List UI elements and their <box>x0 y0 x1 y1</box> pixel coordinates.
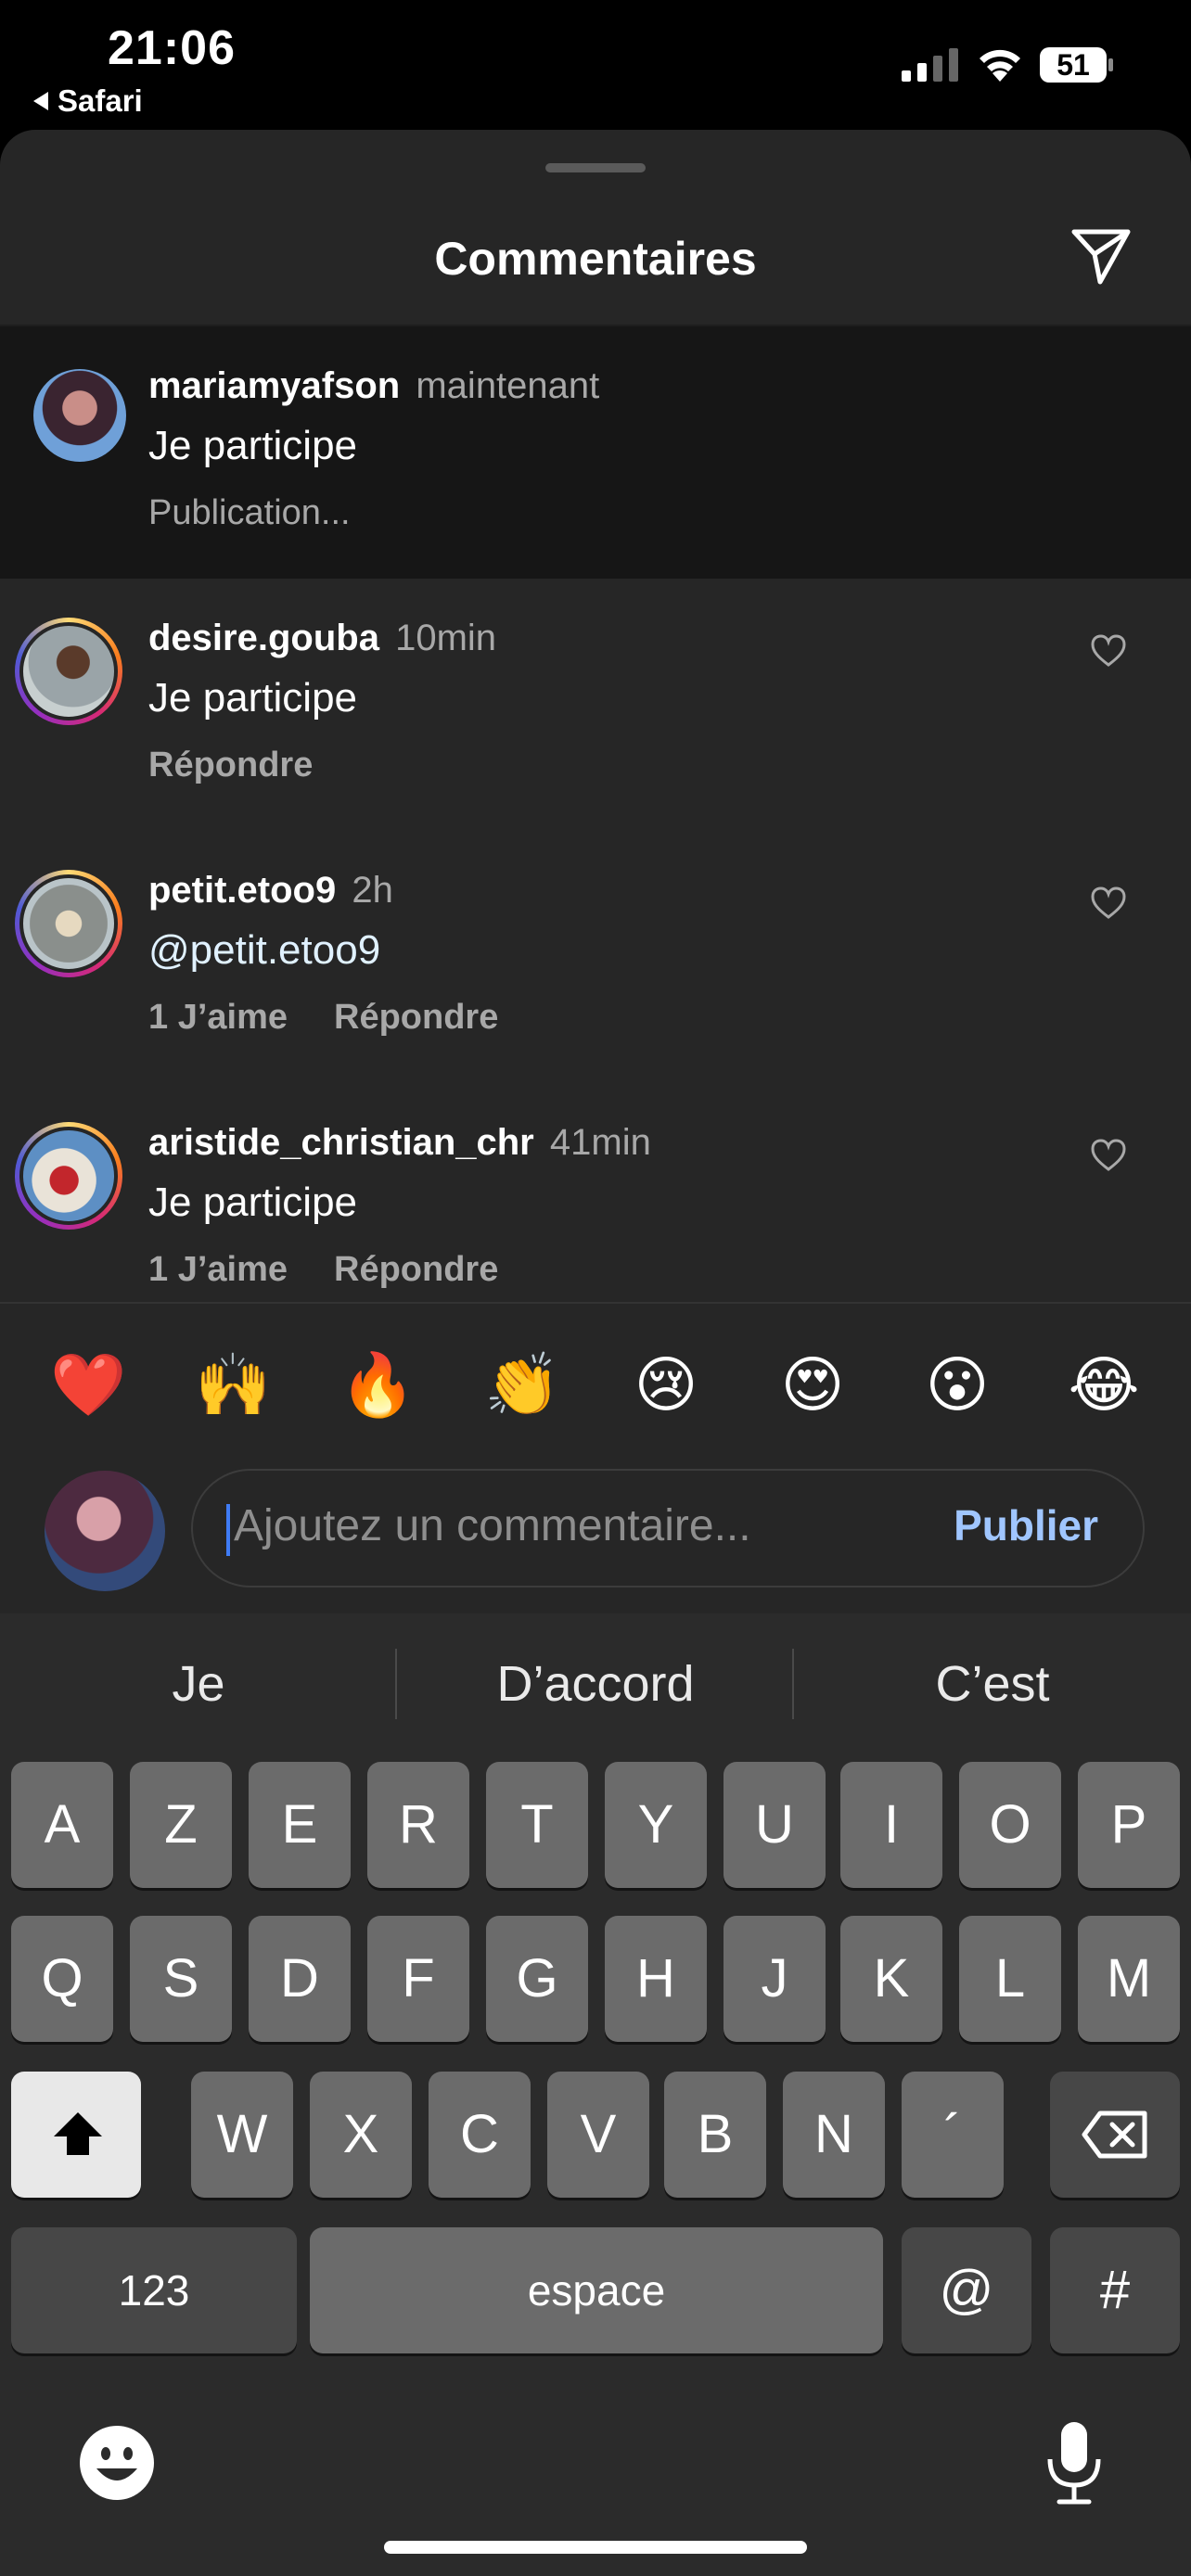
emoji-keyboard-icon[interactable] <box>78 2424 156 2502</box>
keyboard: Je D’accord C’est A Z E R T Y U I O P Q … <box>0 1613 1191 2576</box>
emoji-clap-button[interactable]: 👏 <box>484 1348 560 1422</box>
at-key[interactable]: @ <box>902 2227 1031 2353</box>
hash-key[interactable]: # <box>1050 2227 1180 2353</box>
avatar[interactable] <box>33 369 126 462</box>
key-g[interactable]: G <box>486 1916 588 2042</box>
microphone-icon[interactable] <box>1044 2420 1104 2506</box>
key-k[interactable]: K <box>840 1916 942 2042</box>
key-v[interactable]: V <box>547 2072 649 2198</box>
comment-item: aristide_christian_chr 41min Je particip… <box>0 1083 1191 1302</box>
comment-text: Je participe <box>148 1180 358 1225</box>
key-o[interactable]: O <box>959 1762 1061 1888</box>
emoji-fire-button[interactable]: 🔥 <box>339 1348 416 1422</box>
suggestion-3[interactable]: C’est <box>794 1613 1191 1754</box>
comment-item: mariamyafson maintenant Je participe Pub… <box>0 326 1191 579</box>
key-a[interactable]: A <box>11 1762 113 1888</box>
comment-text: Je participe <box>148 675 358 721</box>
key-q[interactable]: Q <box>11 1916 113 2042</box>
key-u[interactable]: U <box>724 1762 826 1888</box>
emoji-crying-button[interactable]: 😢 <box>629 1348 703 1422</box>
key-f[interactable]: F <box>367 1916 469 2042</box>
key-h[interactable]: H <box>605 1916 707 2042</box>
back-app-label: Safari <box>58 83 143 118</box>
key-j[interactable]: J <box>724 1916 826 2042</box>
key-r[interactable]: R <box>367 1762 469 1888</box>
publish-button[interactable]: Publier <box>954 1500 1098 1550</box>
current-user-avatar <box>45 1471 165 1591</box>
numbers-key[interactable]: 123 <box>11 2227 297 2353</box>
battery-level: 51 <box>1057 48 1090 82</box>
emoji-heart-button[interactable]: ❤️ <box>50 1348 126 1422</box>
emoji-reaction-bar: ❤️ 🙌 🔥 👏 😢 😍 😮 😂 <box>0 1302 1191 1452</box>
suggestion-1[interactable]: Je <box>0 1613 397 1754</box>
suggestion-2[interactable]: D’accord <box>397 1613 794 1754</box>
likes-count[interactable]: 1 J’aime <box>148 1250 288 1289</box>
emoji-laughing-button[interactable]: 😂 <box>1067 1348 1141 1422</box>
key-m[interactable]: M <box>1078 1916 1180 2042</box>
comment-input[interactable]: Ajoutez un commentaire... Publier <box>191 1469 1145 1588</box>
shift-key[interactable] <box>11 2072 141 2198</box>
likes-count[interactable]: 1 J’aime <box>148 998 288 1037</box>
comment-time: 41min <box>549 1122 651 1163</box>
comment-item: desire.gouba 10min Je participe Répondre <box>0 579 1191 831</box>
heart-icon[interactable] <box>1091 886 1126 920</box>
comment-status: Publication... <box>148 493 351 532</box>
comment-input-placeholder: Ajoutez un commentaire... <box>234 1501 751 1550</box>
key-e[interactable]: E <box>249 1762 351 1888</box>
heart-icon[interactable] <box>1091 1139 1126 1172</box>
comment-username[interactable]: desire.gouba <box>148 618 379 658</box>
avatar[interactable] <box>15 870 122 977</box>
emoji-surprised-button[interactable]: 😮 <box>920 1348 994 1422</box>
shift-arrow-icon <box>54 2112 102 2155</box>
key-x[interactable]: X <box>310 2072 412 2198</box>
comment-time: maintenant <box>416 365 600 406</box>
comment-time: 10min <box>395 618 497 658</box>
text-caret <box>226 1504 230 1556</box>
emoji-raised-hands-button[interactable]: 🙌 <box>195 1348 271 1422</box>
space-key[interactable]: espace <box>310 2227 883 2353</box>
reply-button[interactable]: Répondre <box>334 998 498 1037</box>
key-d[interactable]: D <box>249 1916 351 2042</box>
back-arrow-icon <box>33 92 48 110</box>
key-y[interactable]: Y <box>605 1762 707 1888</box>
comment-text: Je participe <box>148 423 358 468</box>
status-bar: 21:06 Safari 51 <box>0 0 1191 130</box>
comment-username[interactable]: mariamyafson <box>148 365 400 406</box>
home-indicator[interactable] <box>384 2541 807 2554</box>
back-to-app-link[interactable]: Safari <box>33 83 143 119</box>
key-z[interactable]: Z <box>130 1762 232 1888</box>
avatar[interactable] <box>15 618 122 725</box>
comment-item: petit.etoo9 2h @petit.etoo9 1 J’aime Répo… <box>0 831 1191 1083</box>
comment-text: @petit.etoo9 <box>148 927 381 973</box>
sheet-title: Commentaires <box>434 233 757 285</box>
comment-username[interactable]: petit.etoo9 <box>148 870 336 911</box>
key-acute-accent[interactable]: ´ <box>902 2072 1004 2198</box>
heart-icon[interactable] <box>1091 634 1126 668</box>
reply-button[interactable]: Répondre <box>334 1250 498 1289</box>
key-b[interactable]: B <box>664 2072 766 2198</box>
key-s[interactable]: S <box>130 1916 232 2042</box>
key-p[interactable]: P <box>1078 1762 1180 1888</box>
backspace-key[interactable] <box>1050 2072 1180 2198</box>
avatar[interactable] <box>15 1122 122 1230</box>
cellular-signal-icon <box>902 48 958 82</box>
key-w[interactable]: W <box>191 2072 293 2198</box>
clock: 21:06 <box>108 21 236 75</box>
key-i[interactable]: I <box>840 1762 942 1888</box>
emoji-heart-eyes-button[interactable]: 😍 <box>775 1348 850 1422</box>
comment-username[interactable]: aristide_christian_chr <box>148 1122 534 1163</box>
key-t[interactable]: T <box>486 1762 588 1888</box>
reply-button[interactable]: Répondre <box>148 746 313 784</box>
battery-icon: 51 <box>1039 46 1115 83</box>
sheet-grabber[interactable] <box>545 163 646 172</box>
key-c[interactable]: C <box>429 2072 531 2198</box>
key-n[interactable]: N <box>783 2072 885 2198</box>
comment-time: 2h <box>352 870 393 911</box>
wifi-icon <box>980 49 1020 82</box>
key-l[interactable]: L <box>959 1916 1061 2042</box>
share-send-icon[interactable] <box>1067 223 1133 289</box>
backspace-icon <box>1082 2111 1147 2159</box>
